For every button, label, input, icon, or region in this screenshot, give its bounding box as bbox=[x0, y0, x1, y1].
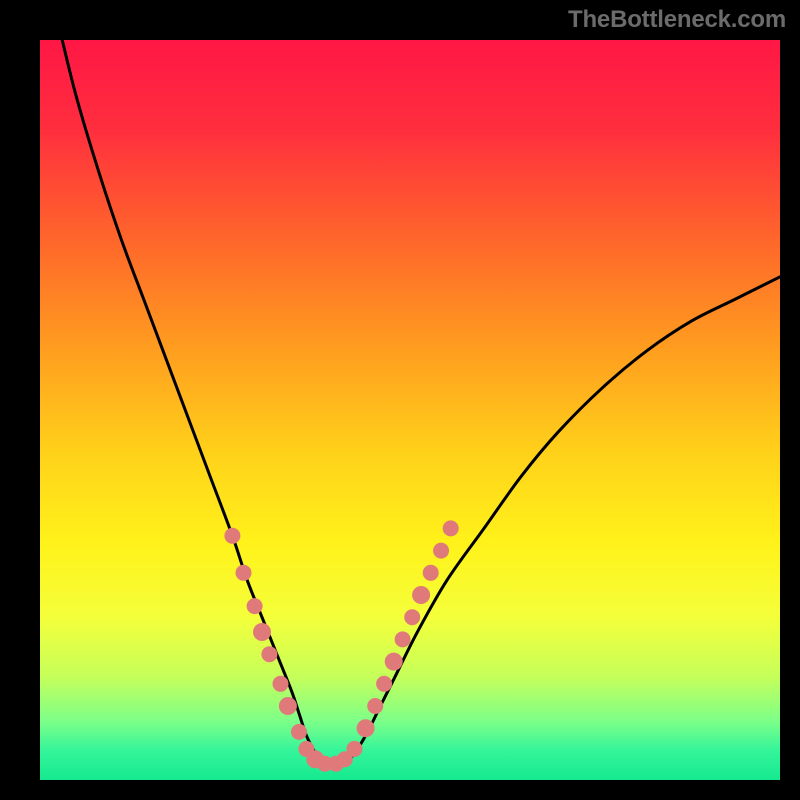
curve-marker bbox=[385, 653, 403, 671]
curve-marker bbox=[236, 565, 252, 581]
curve-marker bbox=[357, 719, 375, 737]
curve-marker bbox=[404, 609, 420, 625]
chart-frame: TheBottleneck.com bbox=[0, 0, 800, 800]
curve-marker bbox=[433, 543, 449, 559]
curve-marker bbox=[273, 676, 289, 692]
curve-marker bbox=[347, 741, 363, 757]
curve-marker bbox=[423, 565, 439, 581]
curve-marker bbox=[443, 520, 459, 536]
curve-marker bbox=[261, 646, 277, 662]
chart-svg bbox=[40, 40, 780, 780]
curve-marker bbox=[247, 598, 263, 614]
curve-marker bbox=[224, 528, 240, 544]
curve-marker bbox=[376, 676, 392, 692]
plot-area bbox=[40, 40, 780, 780]
curve-marker bbox=[412, 586, 430, 604]
gradient-background bbox=[40, 40, 780, 780]
watermark-text: TheBottleneck.com bbox=[568, 6, 786, 34]
curve-marker bbox=[291, 724, 307, 740]
curve-marker bbox=[367, 698, 383, 714]
curve-marker bbox=[395, 631, 411, 647]
curve-marker bbox=[253, 623, 271, 641]
curve-marker bbox=[279, 697, 297, 715]
